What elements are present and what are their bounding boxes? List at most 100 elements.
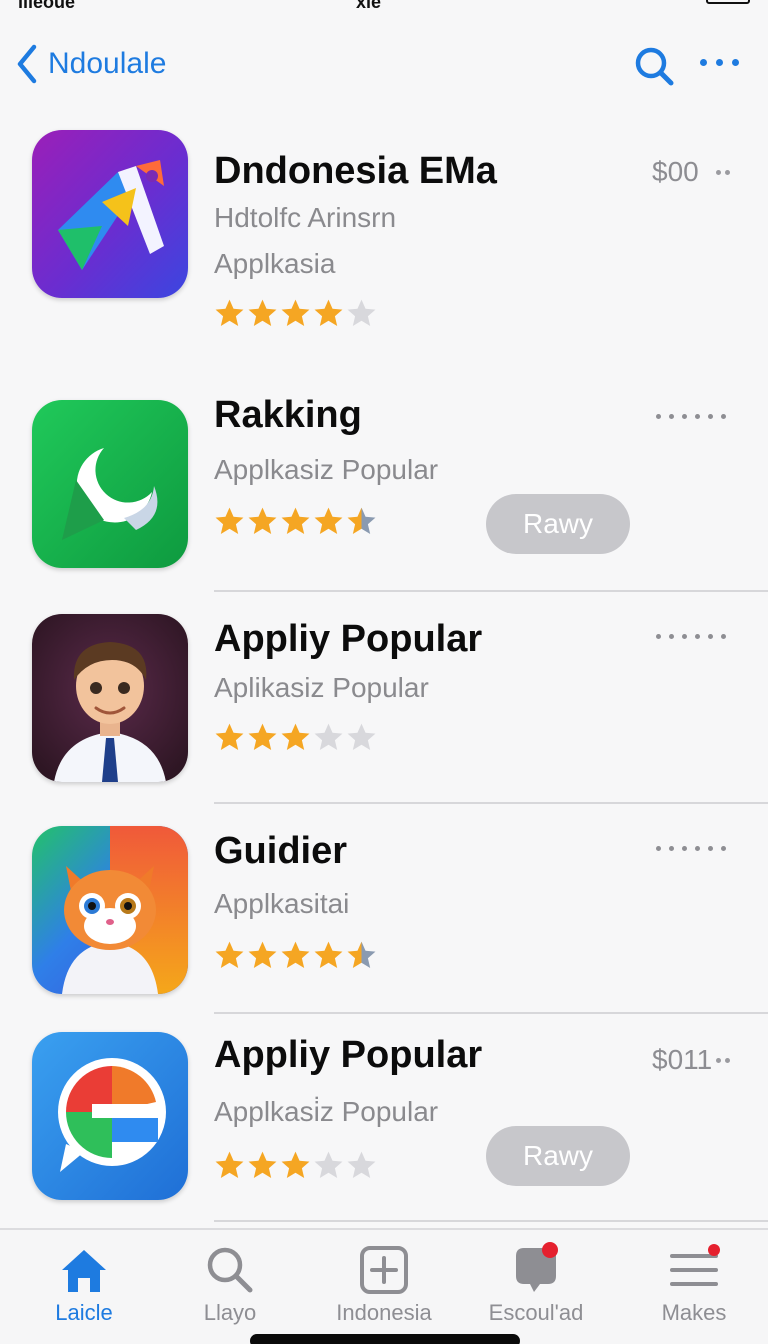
more-options-button[interactable] xyxy=(656,414,726,419)
status-carrier: ıııeoue xyxy=(18,0,76,12)
app-row[interactable]: Guidier Applkasitai xyxy=(0,826,768,1016)
row-divider xyxy=(214,590,768,592)
price-dots-icon xyxy=(716,1058,730,1063)
star-rating xyxy=(214,298,377,328)
status-bar: ıııeoue xıe xyxy=(0,0,768,14)
star-icon xyxy=(314,1151,343,1179)
star-icon xyxy=(248,1151,277,1179)
star-icon xyxy=(281,299,310,327)
navigation-bar: Ndoulale xyxy=(0,30,768,102)
star-icon xyxy=(248,941,277,969)
star-icon xyxy=(347,1151,376,1179)
star-icon xyxy=(347,507,376,535)
star-icon xyxy=(215,1151,244,1179)
more-dot-icon xyxy=(732,58,739,66)
star-icon xyxy=(215,299,244,327)
cartoon-boy-icon xyxy=(32,614,188,782)
app-subtitle: Applkasitai xyxy=(214,888,350,919)
star-icon xyxy=(347,941,376,969)
back-label: Ndoulale xyxy=(48,47,167,80)
back-button[interactable]: Ndoulale xyxy=(14,40,166,88)
star-rating xyxy=(214,506,377,536)
status-time: xıe xyxy=(356,0,382,12)
star-icon xyxy=(281,507,310,535)
app-title[interactable]: Appliy Popular xyxy=(214,1034,482,1077)
cartoon-cat-icon xyxy=(32,826,188,994)
app-title[interactable]: Rakking xyxy=(214,394,362,437)
speech-bubble-icon xyxy=(516,1242,558,1292)
star-icon xyxy=(347,299,376,327)
tab-makes[interactable]: Makes xyxy=(624,1242,764,1332)
chevron-left-icon xyxy=(17,44,37,84)
app-icon-green-chat[interactable] xyxy=(32,400,188,568)
chat-bubble-icon xyxy=(32,400,188,568)
more-options-button[interactable] xyxy=(656,634,726,639)
tab-label: Indonesia xyxy=(336,1300,432,1325)
search-icon xyxy=(635,47,674,86)
app-icon-blue-chat[interactable] xyxy=(32,1032,188,1200)
row-divider xyxy=(214,1012,768,1014)
colorful-chat-icon xyxy=(32,1032,188,1200)
tab-label: Escoul'ad xyxy=(488,1300,584,1325)
star-icon xyxy=(215,723,244,751)
plus-square-icon xyxy=(360,1246,408,1294)
star-icon xyxy=(281,941,310,969)
search-icon xyxy=(207,1247,253,1293)
tab-escoulad[interactable]: Escoul'ad xyxy=(466,1242,606,1332)
app-icon-avatar-boy[interactable] xyxy=(32,614,188,782)
tab-label: Laicle xyxy=(55,1300,113,1325)
app-title[interactable]: Dndonesia EMa xyxy=(214,150,497,193)
menu-lines-icon xyxy=(670,1244,720,1286)
app-developer: Hdtolfc Arinsrn xyxy=(214,202,397,233)
app-subtitle: Applkasiz Popular xyxy=(214,454,439,485)
star-icon xyxy=(281,723,310,751)
battery-icon xyxy=(706,0,750,4)
star-icon xyxy=(281,1151,310,1179)
app-row[interactable]: Appliy Popular Applkasi̇z Popular $011 R… xyxy=(0,1032,768,1222)
tab-indonesia[interactable]: Indonesia xyxy=(314,1242,454,1332)
app-category: Applkasia xyxy=(214,248,336,279)
star-icon xyxy=(314,299,343,327)
more-options-button[interactable] xyxy=(700,52,748,72)
app-price[interactable]: $011 xyxy=(652,1044,712,1076)
star-icon xyxy=(215,507,244,535)
abstract-a-icon xyxy=(32,130,188,298)
app-row[interactable]: Appliy Popular Aplikasiz Popular xyxy=(0,614,768,804)
get-button[interactable]: Rawy xyxy=(486,494,630,554)
more-dot-icon xyxy=(700,58,707,66)
tab-search[interactable]: Llayo xyxy=(160,1242,300,1332)
get-button[interactable]: Rawy xyxy=(486,1126,630,1186)
app-icon-cat[interactable] xyxy=(32,826,188,994)
row-divider xyxy=(214,1220,768,1222)
more-options-button[interactable] xyxy=(656,846,726,851)
price-dots-icon xyxy=(716,170,730,175)
app-title[interactable]: Appliy Popular xyxy=(214,618,482,661)
star-icon xyxy=(347,723,376,751)
star-icon xyxy=(314,723,343,751)
star-icon xyxy=(248,299,277,327)
home-indicator xyxy=(250,1334,520,1344)
app-subtitle: Aplikasiz Popular xyxy=(214,672,429,703)
app-icon-purple-a[interactable] xyxy=(32,130,188,298)
app-price[interactable]: $00 xyxy=(652,156,699,188)
tab-bar: Laicle Llayo Indonesia Escoul'ad Makes xyxy=(0,1228,768,1344)
app-subtitle: Applkasi̇z Popular xyxy=(214,1096,439,1127)
tab-label: Makes xyxy=(661,1300,727,1325)
house-icon xyxy=(62,1250,106,1292)
star-rating xyxy=(214,1150,377,1180)
star-icon xyxy=(314,941,343,969)
star-rating xyxy=(214,940,377,970)
star-icon xyxy=(248,723,277,751)
app-title[interactable]: Guidier xyxy=(214,830,347,873)
tab-label: Llayo xyxy=(203,1300,257,1325)
more-dot-icon xyxy=(716,58,723,66)
star-icon xyxy=(314,507,343,535)
row-divider xyxy=(214,802,768,804)
app-row[interactable]: Dndonesia EMa Hdtolfc Arinsrn Applkasia … xyxy=(0,130,768,327)
app-row[interactable]: Rakking Applkasiz Popular Rawy xyxy=(0,394,768,590)
search-button[interactable] xyxy=(632,44,676,88)
tab-home[interactable]: Laicle xyxy=(14,1242,154,1332)
star-icon xyxy=(215,941,244,969)
star-icon xyxy=(248,507,277,535)
star-rating xyxy=(214,722,377,752)
